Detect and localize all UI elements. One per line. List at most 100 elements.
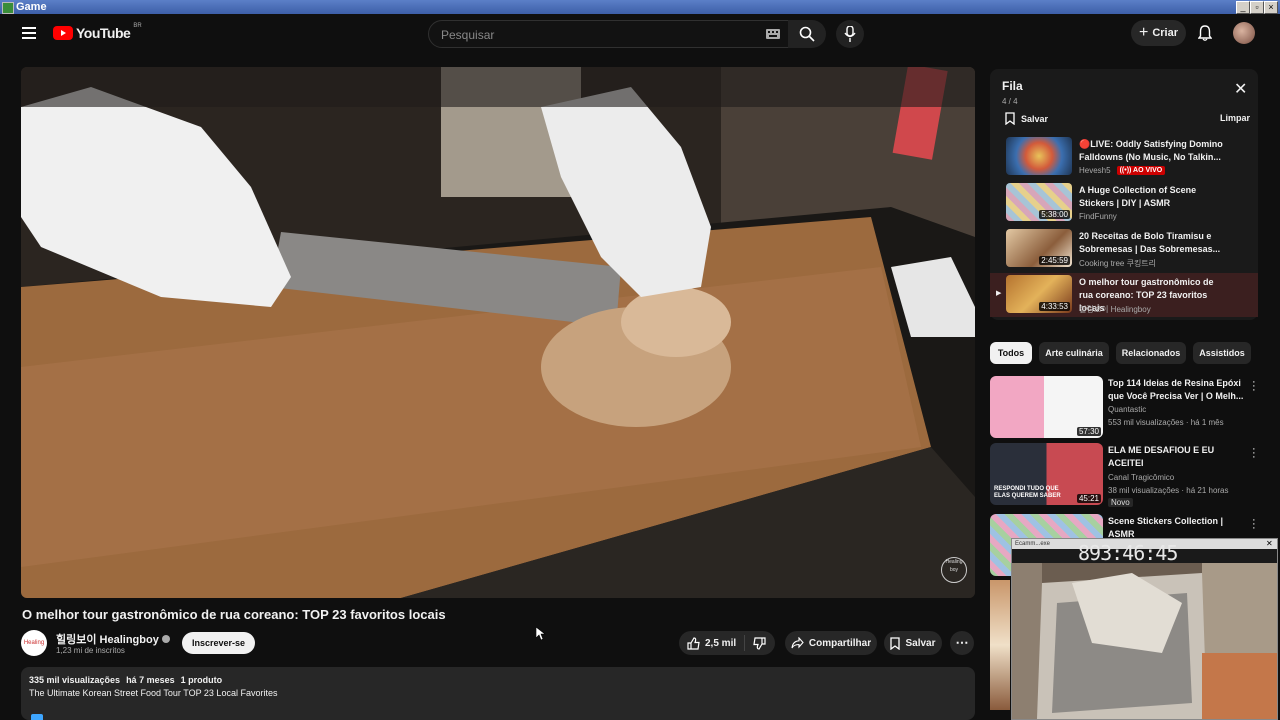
chip-culinary[interactable]: Arte culinária <box>1039 342 1109 364</box>
search-box[interactable] <box>428 20 790 49</box>
duration-badge: 2:45:59 <box>1039 256 1070 265</box>
duration-badge: 57:30 <box>1076 427 1101 436</box>
os-window-title: Game <box>16 1 47 13</box>
queue-item-title: 20 Receitas de Bolo Tiramisu e Sobremesa… <box>1079 231 1221 254</box>
share-label: Compartilhar <box>808 637 872 649</box>
rec-title: ELA ME DESAFIOU E EU ACEITEI <box>1108 445 1215 468</box>
os-title-bar: Game _ ▫ × <box>0 0 1280 14</box>
subscriber-count: 1,23 mi de inscritos <box>56 646 125 655</box>
mic-icon <box>844 26 856 42</box>
save-label: Salvar <box>905 637 936 649</box>
queue-item[interactable]: 🔴LIVE: Oddly Satisfying Domino Falldowns… <box>990 135 1258 179</box>
queue-item-channel: 힐링보이 Healingboy <box>1079 305 1151 314</box>
bookmark-icon <box>890 636 901 650</box>
close-queue-icon[interactable]: ✕ <box>1234 82 1247 98</box>
queue-item[interactable]: 5:38:00 A Huge Collection of Scene Stick… <box>990 181 1258 225</box>
mouse-cursor <box>536 627 546 641</box>
plus-icon: + <box>1138 24 1149 41</box>
overlay-close-icon[interactable]: ✕ <box>1266 539 1273 549</box>
keyboard-icon[interactable] <box>766 29 780 39</box>
clear-queue-button[interactable]: Limpar <box>1220 113 1250 123</box>
thumbnail-text: RESPONDI TUDO QUE ELAS QUEREM SABER <box>994 486 1061 499</box>
queue-item-current[interactable]: ▶ 4:33:53 O melhor tour gastronômico de … <box>990 273 1258 317</box>
queue-item[interactable]: 2:45:59 20 Receitas de Bolo Tiramisu e S… <box>990 227 1258 271</box>
more-vert-icon[interactable]: · · · <box>1252 515 1256 534</box>
rec-stats: 553 mil visualizações · há 1 mês <box>1108 418 1224 427</box>
save-button[interactable]: Salvar <box>884 631 942 655</box>
verified-icon <box>161 635 170 643</box>
queue-item-title: A Huge Collection of Scene Stickers | DI… <box>1079 185 1197 208</box>
queue-save-button[interactable]: Salvar <box>1005 112 1048 125</box>
upload-age: há 7 meses <box>126 675 175 685</box>
search-button[interactable] <box>788 20 826 48</box>
close-window-button[interactable]: × <box>1264 1 1278 14</box>
channel-avatar[interactable]: Healing <box>21 630 47 656</box>
thumbs-down-icon <box>753 636 766 650</box>
queue-item-channel: Hevesh5 <box>1079 166 1111 175</box>
bookmark-icon <box>1005 112 1015 125</box>
recommendation-item[interactable]: RESPONDI TUDO QUE ELAS QUEREM SABER 45:2… <box>990 443 1260 507</box>
youtube-logo[interactable]: YouTube BR <box>53 23 142 41</box>
queue-thumbnail: 4:33:53 <box>1006 275 1072 313</box>
avatar[interactable] <box>1233 22 1255 44</box>
channel-name[interactable]: 힐링보이 Healingboy <box>56 631 159 647</box>
description-box[interactable]: 335 mil visualizações há 7 meses 1 produ… <box>21 667 975 720</box>
webcam-feed <box>1012 563 1277 719</box>
more-vert-icon[interactable]: · · · <box>1252 444 1256 463</box>
notifications-button[interactable] <box>1196 24 1214 42</box>
overlay-timer: 893:46:45 <box>1078 541 1178 565</box>
channel-name-row[interactable]: 힐링보이 Healingboy <box>56 631 170 647</box>
description-text: The Ultimate Korean Street Food Tour TOP… <box>29 688 278 698</box>
youtube-play-icon <box>53 26 73 40</box>
queue-item-channel: Cooking tree 쿠킹트리 <box>1079 259 1157 268</box>
video-title: O melhor tour gastronômico de rua corean… <box>22 607 446 622</box>
rec-thumbnail: RESPONDI TUDO QUE ELAS QUEREM SABER 45:2… <box>990 443 1103 505</box>
recommendation-item[interactable]: 57:30 Top 114 Ideias de Resina Epóxi que… <box>990 376 1260 440</box>
subscribe-button[interactable]: Inscrever-se <box>182 632 255 654</box>
app-icon <box>2 2 14 14</box>
chip-all[interactable]: Todos <box>990 342 1032 364</box>
video-frame <box>21 67 975 598</box>
menu-icon[interactable] <box>20 24 38 42</box>
queue-position: 4 / 4 <box>1002 97 1018 106</box>
description-stats: 335 mil visualizações há 7 meses 1 produ… <box>29 675 222 685</box>
maximize-button[interactable]: ▫ <box>1250 1 1264 14</box>
chip-watched[interactable]: Assistidos <box>1193 342 1251 364</box>
dislike-button[interactable] <box>745 636 774 650</box>
more-horizontal-icon: ⋯ <box>955 635 969 650</box>
webcam-overlay-window[interactable]: Ecamm...exe ✕ 893:46:45 <box>1011 538 1278 720</box>
live-badge: ((•)) AO VIVO <box>1116 166 1166 175</box>
rec-thumbnail-partial <box>990 580 1010 710</box>
share-button[interactable]: Compartilhar <box>785 631 877 655</box>
chip-related[interactable]: Relacionados <box>1116 342 1186 364</box>
more-vert-icon[interactable]: · · · <box>1252 377 1256 396</box>
duration-badge: 5:38:00 <box>1039 210 1070 219</box>
channel-watermark[interactable]: Healing boy <box>941 557 967 583</box>
bell-icon <box>1198 25 1212 41</box>
queue-thumbnail <box>1006 137 1072 175</box>
queue-item-title: 🔴LIVE: Oddly Satisfying Domino Falldowns… <box>1079 139 1223 162</box>
search-icon <box>799 26 815 42</box>
rec-title: Top 114 Ideias de Resina Epóxi que Você … <box>1108 378 1244 401</box>
search-input[interactable] <box>439 21 743 49</box>
queue-item-channel: FindFunny <box>1079 212 1117 221</box>
queue-thumbnail: 2:45:59 <box>1006 229 1072 267</box>
thumbs-up-icon <box>687 636 700 650</box>
create-button[interactable]: + Criar <box>1131 20 1186 46</box>
like-button[interactable]: 2,5 mil <box>679 635 746 651</box>
queue-title: Fila <box>1002 79 1023 93</box>
description-link-indicator <box>31 714 43 720</box>
more-actions-button[interactable]: ⋯ <box>950 631 974 655</box>
minimize-button[interactable]: _ <box>1236 1 1250 14</box>
duration-badge: 45:21 <box>1076 494 1101 503</box>
voice-search-button[interactable] <box>836 20 864 48</box>
product-count: 1 produto <box>180 675 223 685</box>
create-label: Criar <box>1152 27 1179 39</box>
queue-save-label: Salvar <box>1021 113 1049 124</box>
queue-thumbnail: 5:38:00 <box>1006 183 1072 221</box>
rec-thumbnail: 57:30 <box>990 376 1103 438</box>
rec-channel: Quantastic <box>1108 405 1147 414</box>
share-icon <box>791 637 804 649</box>
like-dislike-group: 2,5 mil <box>679 631 775 655</box>
video-player[interactable]: Healing boy <box>21 67 975 598</box>
